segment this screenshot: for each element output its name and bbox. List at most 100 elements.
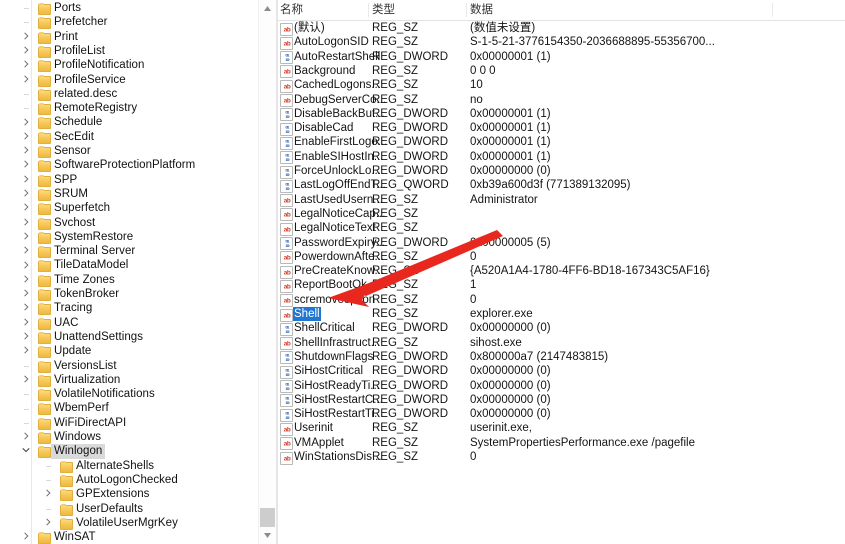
registry-value-row[interactable]: 011 100 SiHostRestartTi... REG_DWORD 0x00000… [278, 407, 845, 422]
tree-node-uac[interactable]: UAC [0, 316, 276, 330]
registry-value-row[interactable]: ab DebugServerCo... REG_SZ no [278, 93, 845, 108]
tree-node-gpextensions[interactable]: GPExtensions [0, 487, 276, 502]
registry-value-row[interactable]: ab ReportBootOk REG_SZ 1 [278, 278, 845, 293]
registry-value-row[interactable]: 011 100 SiHostRestartC... REG_DWORD 0x000000… [278, 393, 845, 408]
column-divider-type-data[interactable] [466, 3, 467, 17]
chevron-right-icon[interactable] [20, 273, 32, 287]
registry-value-row[interactable]: ab Background REG_SZ 0 0 0 [278, 64, 845, 79]
tree-node-profilelist[interactable]: ProfileList [0, 44, 276, 58]
chevron-right-icon[interactable] [20, 173, 32, 187]
tree-node-svchost[interactable]: Svchost [0, 216, 276, 230]
tree-node-tracing[interactable]: Tracing [0, 301, 276, 316]
tree-node-tokenbroker[interactable]: TokenBroker [0, 287, 276, 301]
tree-node-softwareprotectionplatform[interactable]: SoftwareProtectionPlatform [0, 158, 276, 173]
chevron-right-icon[interactable] [20, 216, 32, 230]
registry-value-row[interactable]: 011 100 ShutdownFlags REG_DWORD 0x800000a7 (… [278, 350, 845, 365]
chevron-right-icon[interactable] [20, 344, 32, 358]
registry-values-pane[interactable]: 名称 类型 数据 ab (默认) REG_SZ (数值未设置) ab AutoLogonS… [278, 0, 845, 544]
tree-node-wifidirectapi[interactable]: WiFiDirectAPI [0, 416, 276, 430]
tree-node-autologonchecked[interactable]: AutoLogonChecked [0, 473, 276, 487]
column-divider-name-type[interactable] [368, 3, 369, 17]
chevron-right-icon[interactable] [20, 44, 32, 58]
tree-node-srum[interactable]: SRUM [0, 187, 276, 201]
registry-value-row[interactable]: 011 100 SiHostReadyTi... REG_DWORD 0x0000000… [278, 379, 845, 394]
registry-value-row[interactable]: 011 100 EnableSIHostIn... REG_DWORD 0x000000… [278, 150, 845, 165]
tree-node-profileservice[interactable]: ProfileService [0, 73, 276, 87]
registry-value-row[interactable]: 011 100 PasswordExpiry... REG_DWORD 0x000000… [278, 236, 845, 251]
tree-node-virtualization[interactable]: Virtualization [0, 373, 276, 387]
tree-node-volatileusermgrkey[interactable]: VolatileUserMgrKey [0, 516, 276, 530]
tree-node-terminal-server[interactable]: Terminal Server [0, 244, 276, 259]
registry-value-row[interactable]: ab PowerdownAfte... REG_SZ 0 [278, 250, 845, 265]
chevron-right-icon[interactable] [20, 158, 32, 172]
tree-node-remoteregistry[interactable]: RemoteRegistry [0, 101, 276, 116]
chevron-right-icon[interactable] [20, 330, 32, 344]
registry-value-row[interactable]: ab Shell REG_SZ explorer.exe [278, 307, 845, 322]
registry-value-row[interactable]: ab (默认) REG_SZ (数值未设置) [278, 21, 845, 36]
tree-vertical-scrollbar[interactable] [258, 0, 276, 544]
registry-value-row[interactable]: ab LastUsedUsern... REG_SZ Administrator [278, 193, 845, 208]
registry-value-row[interactable]: 011 100 DisableBackBut... REG_DWORD 0x000000… [278, 107, 845, 122]
chevron-right-icon[interactable] [42, 516, 54, 530]
tree-node-unattendsettings[interactable]: UnattendSettings [0, 330, 276, 344]
registry-value-row[interactable]: 011 100 AutoRestartShell REG_DWORD 0x0000000… [278, 50, 845, 65]
tree-node-profilenotification[interactable]: ProfileNotification [0, 58, 276, 73]
tree-node-prefetcher[interactable]: Prefetcher [0, 15, 276, 30]
registry-value-row[interactable]: ab Userinit REG_SZ userinit.exe, [278, 421, 845, 436]
chevron-right-icon[interactable] [20, 373, 32, 387]
chevron-right-icon[interactable] [20, 287, 32, 301]
chevron-right-icon[interactable] [20, 30, 32, 44]
tree-node-tiledatamodel[interactable]: TileDataModel [0, 258, 276, 273]
tree-node-spp[interactable]: SPP [0, 173, 276, 187]
column-divider-data-end[interactable] [772, 3, 773, 17]
tree-node-volatilenotifications[interactable]: VolatileNotifications [0, 387, 276, 402]
chevron-right-icon[interactable] [20, 301, 32, 315]
chevron-right-icon[interactable] [20, 187, 32, 201]
tree-node-update[interactable]: Update [0, 344, 276, 359]
chevron-right-icon[interactable] [20, 73, 32, 87]
registry-value-row[interactable]: 011 100 ForceUnlockLo... REG_DWORD 0x0000000… [278, 164, 845, 179]
chevron-right-icon[interactable] [20, 316, 32, 330]
chevron-right-icon[interactable] [20, 201, 32, 215]
chevron-right-icon[interactable] [20, 530, 32, 544]
chevron-right-icon[interactable] [20, 259, 32, 273]
column-header-data[interactable]: 数据 [470, 0, 493, 20]
chevron-right-icon[interactable] [20, 130, 32, 144]
registry-value-row[interactable]: ab VMApplet REG_SZ SystemPropertiesPerforma… [278, 436, 845, 451]
tree-node-time-zones[interactable]: Time Zones [0, 273, 276, 287]
tree-node-alternateshells[interactable]: AlternateShells [0, 459, 276, 473]
tree-node-userdefaults[interactable]: UserDefaults [0, 502, 276, 516]
registry-value-row[interactable]: 011 100 ShellCritical REG_DWORD 0x00000000 (… [278, 321, 845, 336]
registry-value-row[interactable]: ab scremoveoption REG_SZ 0 [278, 293, 845, 308]
chevron-right-icon[interactable] [20, 230, 32, 244]
tree-node-superfetch[interactable]: Superfetch [0, 201, 276, 216]
tree-node-winsat[interactable]: WinSAT [0, 530, 276, 544]
registry-value-row[interactable]: ab LegalNoticeText REG_SZ [278, 221, 845, 236]
chevron-right-icon[interactable] [20, 58, 32, 72]
chevron-right-icon[interactable] [20, 244, 32, 258]
registry-value-row[interactable]: ab WinStationsDis... REG_SZ 0 [278, 450, 845, 465]
registry-value-row[interactable]: ab PreCreateKnow... REG_SZ {A520A1A4-1780-4… [278, 264, 845, 279]
registry-value-row[interactable]: ab AutoLogonSID REG_SZ S-1-5-21-3776154350-… [278, 35, 845, 50]
registry-value-row[interactable]: 011 100 LastLogOffEndT... REG_QWORD 0xb39a60… [278, 178, 845, 193]
scroll-down-arrow-icon[interactable] [259, 527, 276, 544]
registry-key-tree-pane[interactable]: Ports Prefetcher Print ProfileList ProfileNo… [0, 0, 276, 544]
chevron-right-icon[interactable] [20, 144, 32, 158]
chevron-right-icon[interactable] [20, 116, 32, 130]
tree-node-versionslist[interactable]: VersionsList [0, 359, 276, 373]
column-header-type[interactable]: 类型 [372, 0, 395, 20]
values-column-header[interactable]: 名称 类型 数据 [278, 0, 845, 21]
registry-value-row[interactable]: ab CachedLogons... REG_SZ 10 [278, 78, 845, 93]
column-header-name[interactable]: 名称 [280, 0, 303, 20]
registry-value-row[interactable]: 011 100 DisableCad REG_DWORD 0x00000001 (1) [278, 121, 845, 136]
tree-node-windows[interactable]: Windows [0, 430, 276, 444]
tree-node-systemrestore[interactable]: SystemRestore [0, 230, 276, 244]
tree-node-schedule[interactable]: Schedule [0, 115, 276, 130]
tree-node-winlogon[interactable]: Winlogon [0, 444, 276, 459]
tree-node-print[interactable]: Print [0, 30, 276, 44]
tree-node-related-desc[interactable]: related.desc [0, 87, 276, 101]
chevron-right-icon[interactable] [20, 430, 32, 444]
tree-node-ports[interactable]: Ports [0, 1, 276, 15]
tree-node-wbemperf[interactable]: WbemPerf [0, 401, 276, 416]
tree-node-sensor[interactable]: Sensor [0, 144, 276, 158]
